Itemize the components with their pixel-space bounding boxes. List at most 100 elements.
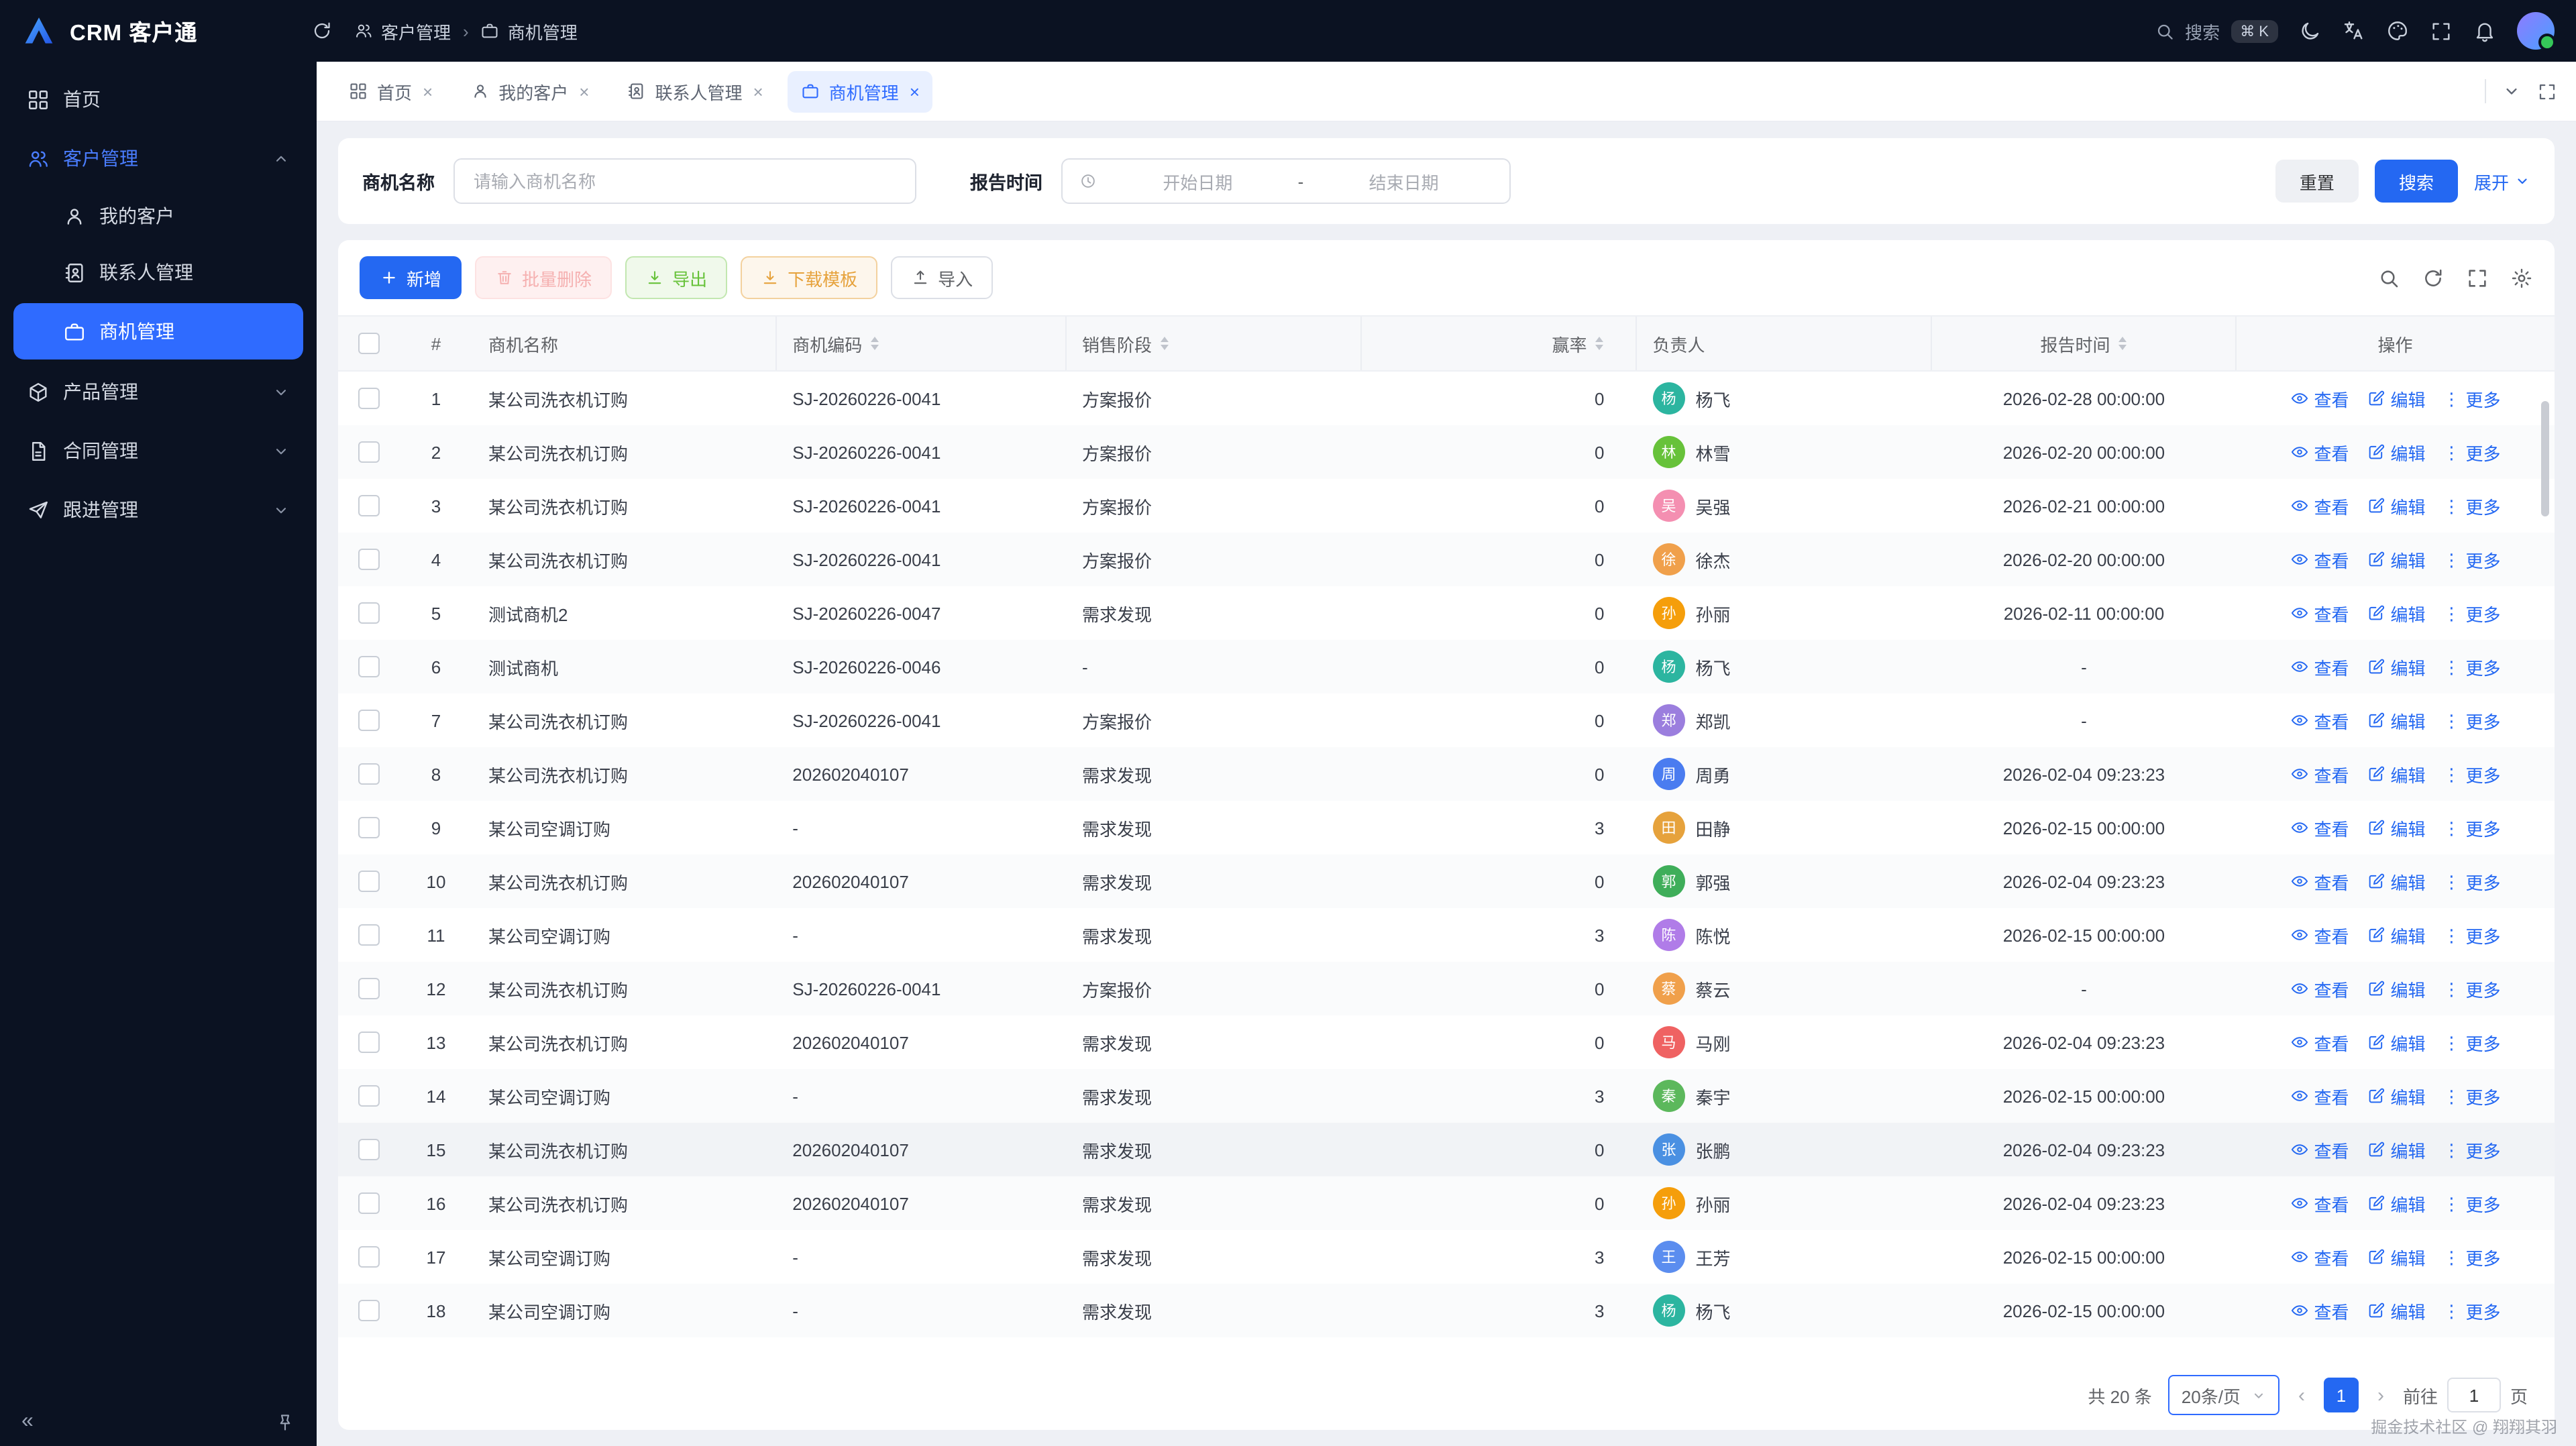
edit-action[interactable]: 编辑: [2367, 1083, 2426, 1109]
edit-action[interactable]: 编辑: [2367, 1137, 2426, 1162]
table-row[interactable]: 13 某公司洗衣机订购 202602040107 需求发现 0 马 马刚 202…: [338, 1015, 2555, 1069]
end-date-placeholder[interactable]: 结束日期: [1314, 168, 1493, 194]
tab-opportunity-management[interactable]: 商机管理 ×: [788, 70, 933, 112]
add-button[interactable]: 新增: [360, 256, 462, 299]
more-action[interactable]: ⋮ 更多: [2443, 1190, 2501, 1216]
more-action[interactable]: ⋮ 更多: [2443, 654, 2501, 679]
col-stage[interactable]: 销售阶段: [1066, 317, 1361, 370]
view-action[interactable]: 查看: [2290, 708, 2349, 733]
edit-action[interactable]: 编辑: [2367, 1030, 2426, 1055]
sidebar-item-contact-management[interactable]: 联系人管理: [0, 244, 317, 300]
row-checkbox[interactable]: [358, 817, 380, 838]
import-button[interactable]: 导入: [891, 256, 993, 299]
table-row[interactable]: 10 某公司洗衣机订购 202602040107 需求发现 0 郭 郭强 202…: [338, 854, 2555, 908]
row-checkbox[interactable]: [358, 495, 380, 516]
sort-icon[interactable]: [2118, 337, 2126, 350]
col-code[interactable]: 商机编码: [776, 317, 1066, 370]
more-action[interactable]: ⋮ 更多: [2443, 708, 2501, 733]
edit-action[interactable]: 编辑: [2367, 976, 2426, 1001]
reset-button[interactable]: 重置: [2275, 160, 2359, 203]
row-checkbox[interactable]: [358, 441, 380, 463]
page-size-select[interactable]: 20条/页: [2168, 1375, 2279, 1415]
table-refresh-icon[interactable]: [2422, 266, 2445, 289]
pin-icon[interactable]: [275, 1412, 295, 1432]
table-row[interactable]: 12 某公司洗衣机订购 SJ-20260226-0041 方案报价 0 蔡 蔡云…: [338, 962, 2555, 1015]
close-icon[interactable]: ×: [579, 82, 589, 100]
view-action[interactable]: 查看: [2290, 1190, 2349, 1216]
table-row[interactable]: 3 某公司洗衣机订购 SJ-20260226-0041 方案报价 0 吴 吴强 …: [338, 479, 2555, 533]
tab-list-chevron-down-icon[interactable]: [2502, 82, 2521, 101]
view-action[interactable]: 查看: [2290, 1030, 2349, 1055]
close-icon[interactable]: ×: [753, 82, 763, 100]
more-action[interactable]: ⋮ 更多: [2443, 815, 2501, 840]
export-button[interactable]: 导出: [625, 256, 727, 299]
row-checkbox[interactable]: [358, 924, 380, 946]
view-action[interactable]: 查看: [2290, 1137, 2349, 1162]
edit-action[interactable]: 编辑: [2367, 922, 2426, 948]
table-row[interactable]: 14 某公司空调订购 - 需求发现 3 秦 秦宇 2026-02-15 00:0…: [338, 1069, 2555, 1123]
view-action[interactable]: 查看: [2290, 654, 2349, 679]
prev-page-button[interactable]: ‹: [2296, 1384, 2308, 1406]
sidebar-item-contract-management[interactable]: 合同管理: [0, 421, 317, 480]
row-checkbox[interactable]: [358, 1085, 380, 1107]
more-action[interactable]: ⋮ 更多: [2443, 976, 2501, 1001]
edit-action[interactable]: 编辑: [2367, 815, 2426, 840]
table-settings-gear-icon[interactable]: [2510, 266, 2533, 289]
view-action[interactable]: 查看: [2290, 761, 2349, 787]
more-action[interactable]: ⋮ 更多: [2443, 1244, 2501, 1270]
row-checkbox[interactable]: [358, 1192, 380, 1214]
select-all-checkbox[interactable]: [358, 333, 380, 354]
edit-action[interactable]: 编辑: [2367, 708, 2426, 733]
download-template-button[interactable]: 下载模板: [741, 256, 877, 299]
close-icon[interactable]: ×: [910, 82, 920, 100]
row-checkbox[interactable]: [358, 549, 380, 570]
sidebar-item-product-management[interactable]: 产品管理: [0, 362, 317, 421]
table-row[interactable]: 18 某公司空调订购 - 需求发现 3 杨 杨飞 2026-02-15 00:0…: [338, 1284, 2555, 1337]
edit-action[interactable]: 编辑: [2367, 386, 2426, 411]
start-date-placeholder[interactable]: 开始日期: [1108, 168, 1287, 194]
table-row[interactable]: 9 某公司空调订购 - 需求发现 3 田 田静 2026-02-15 00:00…: [338, 801, 2555, 854]
row-checkbox[interactable]: [358, 1246, 380, 1268]
edit-action[interactable]: 编辑: [2367, 1244, 2426, 1270]
view-action[interactable]: 查看: [2290, 547, 2349, 572]
global-search[interactable]: 搜索 ⌘ K: [2154, 18, 2278, 44]
table-row[interactable]: 7 某公司洗衣机订购 SJ-20260226-0041 方案报价 0 郑 郑凯 …: [338, 693, 2555, 747]
view-action[interactable]: 查看: [2290, 815, 2349, 840]
table-row[interactable]: 8 某公司洗衣机订购 202602040107 需求发现 0 周 周勇 2026…: [338, 747, 2555, 801]
table-row[interactable]: 17 某公司空调订购 - 需求发现 3 王 王芳 2026-02-15 00:0…: [338, 1230, 2555, 1284]
edit-action[interactable]: 编辑: [2367, 493, 2426, 518]
sidebar-item-customer-management[interactable]: 客户管理: [0, 129, 317, 188]
table-row[interactable]: 16 某公司洗衣机订购 202602040107 需求发现 0 孙 孙丽 202…: [338, 1176, 2555, 1230]
more-action[interactable]: ⋮ 更多: [2443, 493, 2501, 518]
sidebar-collapse-icon[interactable]: «: [21, 1411, 34, 1433]
page-number-button[interactable]: 1: [2324, 1378, 2359, 1412]
sidebar-item-home[interactable]: 首页: [0, 70, 317, 129]
view-action[interactable]: 查看: [2290, 1244, 2349, 1270]
more-action[interactable]: ⋮ 更多: [2443, 869, 2501, 894]
tab-my-customers[interactable]: 我的客户 ×: [457, 70, 602, 112]
row-checkbox[interactable]: [358, 763, 380, 785]
goto-page-input[interactable]: [2447, 1378, 2501, 1412]
table-row[interactable]: 5 测试商机2 SJ-20260226-0047 需求发现 0 孙 孙丽 202…: [338, 586, 2555, 640]
table-row[interactable]: 2 某公司洗衣机订购 SJ-20260226-0041 方案报价 0 林 林雪 …: [338, 425, 2555, 479]
next-page-button[interactable]: ›: [2375, 1384, 2387, 1406]
close-icon[interactable]: ×: [423, 82, 433, 100]
table-row[interactable]: 4 某公司洗衣机订购 SJ-20260226-0041 方案报价 0 徐 徐杰 …: [338, 533, 2555, 586]
user-avatar[interactable]: [2517, 12, 2555, 50]
edit-action[interactable]: 编辑: [2367, 761, 2426, 787]
table-row[interactable]: 6 测试商机 SJ-20260226-0046 - 0 杨 杨飞 - 查看 编辑…: [338, 640, 2555, 693]
view-action[interactable]: 查看: [2290, 1083, 2349, 1109]
tab-contact-management[interactable]: 联系人管理 ×: [613, 70, 776, 112]
view-action[interactable]: 查看: [2290, 976, 2349, 1001]
sidebar-item-followup-management[interactable]: 跟进管理: [0, 480, 317, 539]
breadcrumb-item-opportunities[interactable]: 商机管理: [481, 18, 578, 44]
edit-action[interactable]: 编辑: [2367, 439, 2426, 465]
more-action[interactable]: ⋮ 更多: [2443, 439, 2501, 465]
table-row[interactable]: 15 某公司洗衣机订购 202602040107 需求发现 0 张 张鹏 202…: [338, 1123, 2555, 1176]
edit-action[interactable]: 编辑: [2367, 869, 2426, 894]
row-checkbox[interactable]: [358, 871, 380, 892]
view-action[interactable]: 查看: [2290, 600, 2349, 626]
dark-mode-icon[interactable]: [2298, 19, 2321, 42]
row-checkbox[interactable]: [358, 710, 380, 731]
search-button[interactable]: 搜索: [2375, 160, 2458, 203]
